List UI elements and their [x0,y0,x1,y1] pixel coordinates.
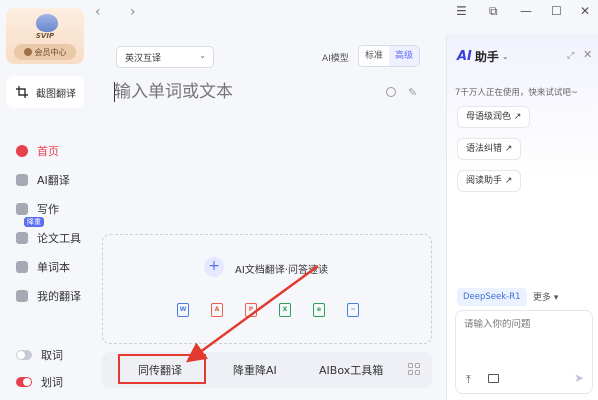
sidebar-item-wordbook[interactable]: 单词本 [0,252,90,281]
close-icon[interactable]: ✕ [580,4,590,18]
forward-arrow-icon[interactable]: › [130,4,136,20]
sidebar-item-home[interactable]: 首页 [0,136,90,165]
tool-reduce-ai[interactable]: 降重降AI [233,362,277,378]
toggle-row-word-pick[interactable]: 取词 [16,345,63,365]
word-file-icon: W [177,303,189,317]
sidebar-nav: 首页 AI翻译 写作 降重 论文工具 单词本 我的翻译 [0,136,90,310]
sidebar-item-paper-tools[interactable]: 降重 论文工具 [0,217,90,252]
excel-file-icon: X [279,303,291,317]
more-select[interactable]: 更多 ▾ [533,290,558,303]
pen-icon [16,202,28,215]
mode-standard[interactable]: 标准 [359,46,389,66]
word-pick-label: 取词 [41,349,63,362]
ppt-file-icon: P [245,303,257,317]
select-word-label: 划词 [41,376,63,389]
screenshot-translate-button[interactable]: 截图翻译 [6,76,84,108]
home-icon [16,144,28,157]
sidebar-item-writing[interactable]: 写作 [0,194,90,223]
member-icon [23,48,32,56]
language-select-value: 英汉互译 [125,53,162,64]
vip-card[interactable]: SVIP 会员中心 [6,8,84,64]
pin-icon[interactable]: ⧉ [489,4,498,19]
upload-label: AI文档翻译·问答速读 [235,265,328,276]
send-icon[interactable]: ➤ [574,371,584,385]
ai-translate-icon [16,173,28,186]
source-text-input[interactable] [114,78,374,106]
ai-assistant-title[interactable]: AI 助手 ⌄ [457,48,509,65]
history-clock-icon[interactable] [386,87,396,97]
paper-icon [16,231,28,244]
sidebar-item-my-translations[interactable]: 我的翻译 [0,281,90,310]
image-icon[interactable] [488,374,499,383]
vip-badge-icon [36,14,58,32]
edit-icon[interactable]: ✎ [408,86,417,99]
ai-assistant-title-text: 助手 [474,50,499,64]
pdf-file-icon: A [211,303,223,317]
sidebar-item-label: 首页 [37,144,59,158]
plus-icon[interactable]: + [204,257,224,277]
mode-advanced[interactable]: 高级 [389,46,419,66]
sidebar-item-label: AI翻译 [37,173,70,187]
sidebar-item-label: 论文工具 [37,231,81,245]
back-arrow-icon[interactable]: ‹ [95,4,101,20]
sidebar-item-label: 写作 [37,202,59,216]
chip-polish[interactable]: 母语级润色 ↗ [457,106,531,128]
upload-icon[interactable]: ⤒ [466,373,471,387]
crop-icon [16,86,28,98]
sidebar-item-label: 我的翻译 [37,289,81,303]
expand-icon[interactable]: ⤢ [567,51,574,61]
ai-question-input[interactable] [464,319,584,330]
model-select[interactable]: DeepSeek-R1 [457,288,527,306]
epub-file-icon: e [313,303,325,317]
ai-model-label: AI模型 [322,54,349,64]
maximize-icon[interactable]: ☐ [551,4,562,18]
member-center-label: 会员中心 [34,47,67,57]
language-select[interactable]: 英汉互译 ⌄ [116,46,214,68]
sidebar-item-ai-translate[interactable]: AI翻译 [0,165,90,194]
toggle-row-select-word[interactable]: 划词 [16,372,63,392]
minimize-icon[interactable]: — [520,4,532,18]
sidebar: SVIP 会员中心 截图翻译 首页 AI翻译 写作 降重 论文工具 单词本 我的… [0,0,90,400]
chip-grammar[interactable]: 语法纠错 ↗ [457,138,522,160]
sidebar-item-label: 单词本 [37,260,70,274]
tool-aibox[interactable]: AIBox工具箱 [319,362,383,378]
vip-badge-text: SVIP [35,32,55,40]
member-center-button[interactable]: 会员中心 [14,44,76,60]
select-word-toggle[interactable] [16,377,32,387]
chevron-down-icon: ⌄ [501,52,509,61]
image-file-icon: ~ [347,303,359,317]
mode-switch: 标准 高级 [358,45,420,67]
chevron-down-icon: ⌄ [199,51,206,60]
file-type-icons: W A P X e ~ [177,303,359,317]
chip-reading[interactable]: 阅读助手 ↗ [457,170,522,192]
app-window: SVIP 会员中心 截图翻译 首页 AI翻译 写作 降重 论文工具 单词本 我的… [0,0,598,400]
grid-icon[interactable] [408,363,420,375]
screenshot-translate-label: 截图翻译 [36,88,76,100]
menu-icon[interactable]: ☰ [456,4,467,18]
ai-subtitle: 7千万人正在使用，快来试试吧~ [455,88,579,98]
history-icon [16,289,28,302]
ai-question-box: ⤒ ➤ [455,310,593,394]
ai-assistant-panel: AI 助手 ⌄ ⤢ ✕ 7千万人正在使用，快来试试吧~ 母语级润色 ↗ 语法纠错… [446,34,598,400]
book-icon [16,260,28,273]
more-label: 更多 [533,293,552,303]
paper-tools-tag: 降重 [24,217,44,227]
translate-main: 英汉互译 ⌄ AI模型 标准 高级 ✎ + AI文档翻译·问答速读 W A P … [102,34,442,400]
ai-logo: AI [457,49,472,64]
document-upload-zone[interactable]: + AI文档翻译·问答速读 W A P X e ~ [102,234,432,344]
annotation-highlight-box [118,354,206,384]
word-pick-toggle[interactable] [16,350,32,360]
panel-close-icon[interactable]: ✕ [583,48,592,61]
